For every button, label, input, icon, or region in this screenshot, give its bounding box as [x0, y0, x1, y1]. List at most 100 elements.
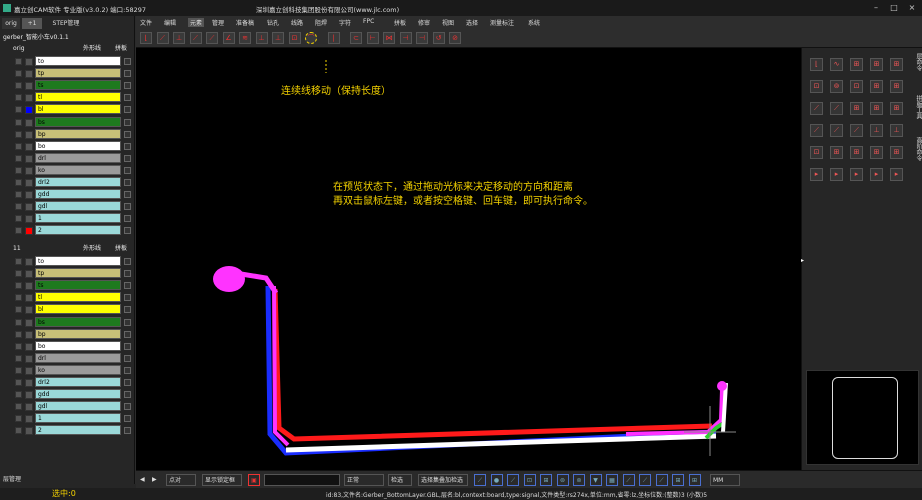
minimap[interactable]: [806, 370, 919, 465]
command-button-icon[interactable]: ⊞: [850, 146, 863, 159]
layer-checkbox[interactable]: [124, 354, 131, 362]
layer-color-swatch[interactable]: [25, 118, 33, 127]
layer-checkbox[interactable]: [124, 154, 131, 162]
snap-tool-icon[interactable]: ⊚: [573, 474, 585, 486]
layer-visibility-icon[interactable]: [15, 306, 22, 314]
layer-row[interactable]: drl: [3, 152, 133, 164]
layer-row[interactable]: bo: [3, 340, 133, 352]
outline-toggle[interactable]: 外形线: [83, 44, 101, 54]
layer-name[interactable]: tp: [35, 268, 121, 279]
layer-color-swatch[interactable]: [25, 58, 33, 66]
layer-name[interactable]: gdd: [35, 189, 121, 200]
command-button-icon[interactable]: ⊞: [890, 58, 903, 71]
unit-select[interactable]: MM: [710, 474, 740, 486]
layer-visibility-icon[interactable]: [15, 415, 22, 423]
layer-checkbox[interactable]: [124, 58, 131, 65]
layer-checkbox[interactable]: [124, 142, 131, 150]
command-button-icon[interactable]: ⌊: [810, 58, 823, 71]
tab-orig[interactable]: orig: [2, 18, 20, 29]
layer-name[interactable]: drl2: [35, 177, 121, 187]
command-button-icon[interactable]: ▸: [850, 168, 863, 181]
layer-row[interactable]: drl: [3, 352, 133, 364]
tool-button-icon[interactable]: |: [327, 32, 340, 44]
layer-name[interactable]: bo: [35, 340, 121, 351]
layer-color-swatch[interactable]: [25, 354, 33, 363]
panel-toggle[interactable]: 拼板: [115, 44, 127, 54]
layer-row[interactable]: bp: [3, 328, 133, 340]
vertical-tab[interactable]: 拼版工具: [913, 95, 922, 119]
tool-button-icon[interactable]: ⊣: [416, 32, 428, 44]
tool-button-icon[interactable]: ⊂: [350, 32, 362, 44]
layer-name[interactable]: bl: [35, 104, 121, 115]
layer-visibility-icon[interactable]: [15, 227, 22, 235]
snap-mode-select[interactable]: 点对: [166, 474, 196, 486]
layer-row[interactable]: tp: [3, 68, 133, 79]
menu-item[interactable]: 文件: [140, 18, 152, 27]
layer-color-swatch[interactable]: [25, 342, 33, 351]
layer-row[interactable]: 1: [3, 413, 133, 424]
command-button-icon[interactable]: ∿: [830, 58, 843, 71]
tool-button-icon[interactable]: ⊡: [288, 32, 301, 44]
layer-row[interactable]: bo: [3, 140, 133, 152]
layer-visibility-icon[interactable]: [15, 282, 22, 290]
snap-tool-icon[interactable]: ⊞: [540, 474, 552, 486]
menu-item[interactable]: FPC: [363, 18, 374, 25]
layer-checkbox[interactable]: [124, 70, 131, 78]
tool-button-icon[interactable]: ⋈: [383, 32, 395, 44]
group-header[interactable]: orig 外形线 拼板: [3, 44, 133, 54]
layer-visibility-icon[interactable]: [15, 94, 22, 102]
lock-box-icon[interactable]: ▣: [248, 474, 260, 486]
snap-tool-icon[interactable]: ⊞: [672, 474, 684, 486]
tool-button-icon[interactable]: ⊘: [449, 32, 461, 44]
command-button-icon[interactable]: ⊞: [890, 80, 903, 93]
snap-tool-icon[interactable]: ▼: [589, 474, 602, 486]
preview-lock-button[interactable]: 显示锁定框: [202, 474, 242, 486]
layer-name[interactable]: gdl: [35, 201, 121, 212]
layer-color-swatch[interactable]: [25, 130, 33, 139]
layer-visibility-icon[interactable]: [15, 203, 22, 211]
layer-color-swatch[interactable]: [25, 215, 33, 224]
layer-visibility-icon[interactable]: [15, 258, 22, 265]
layer-visibility-icon[interactable]: [15, 427, 22, 435]
layer-row[interactable]: bs: [3, 316, 133, 328]
command-button-icon[interactable]: ⊡: [810, 146, 823, 159]
layer-checkbox[interactable]: [124, 191, 131, 199]
layer-checkbox[interactable]: [124, 391, 131, 399]
snap-tool-icon[interactable]: ▦: [606, 474, 618, 486]
layer-row[interactable]: gdl: [3, 201, 133, 212]
layer-visibility-icon[interactable]: [15, 179, 22, 186]
layer-name[interactable]: drl: [35, 352, 121, 363]
command-button-icon[interactable]: ⊞: [890, 102, 903, 115]
tool-button-icon[interactable]: ⊥: [255, 32, 268, 44]
layer-name[interactable]: bs: [35, 116, 121, 127]
layer-visibility-icon[interactable]: [15, 118, 22, 126]
layer-color-swatch[interactable]: [25, 142, 33, 151]
panel-toggle[interactable]: 拼板: [115, 244, 127, 254]
layer-checkbox[interactable]: [124, 118, 131, 126]
command-button-icon[interactable]: ⊞: [870, 80, 883, 93]
snap-tool-icon[interactable]: ⊡: [523, 474, 536, 486]
layer-color-swatch[interactable]: [25, 94, 33, 103]
layer-row[interactable]: drl2: [3, 177, 133, 188]
layer-visibility-icon[interactable]: [15, 403, 22, 411]
layer-checkbox[interactable]: [124, 203, 131, 211]
prev-icon[interactable]: ◀: [140, 474, 145, 486]
menu-item[interactable]: 钻孔: [267, 18, 279, 27]
layer-visibility-icon[interactable]: [15, 391, 22, 399]
tab-step-manage[interactable]: STEP管理: [46, 18, 86, 29]
command-button-icon[interactable]: ⊞: [890, 146, 903, 159]
layer-color-swatch[interactable]: [25, 70, 33, 79]
layer-manage-button[interactable]: 层管理: [3, 474, 21, 483]
command-button-icon[interactable]: ⊞: [850, 58, 863, 71]
snap-tool-icon[interactable]: ⊚: [556, 474, 569, 486]
layer-name[interactable]: tl: [35, 92, 121, 103]
layer-row[interactable]: gdd: [3, 189, 133, 200]
layer-visibility-icon[interactable]: [15, 70, 22, 78]
layer-color-swatch[interactable]: [25, 154, 33, 163]
tool-button-icon[interactable]: ∠: [222, 32, 235, 44]
menu-item[interactable]: 系统: [528, 18, 540, 27]
close-icon[interactable]: ×: [906, 2, 918, 14]
command-button-icon[interactable]: ⟋: [830, 102, 843, 115]
menu-item[interactable]: 测量标注: [490, 18, 514, 27]
layer-row[interactable]: ts: [3, 80, 133, 91]
